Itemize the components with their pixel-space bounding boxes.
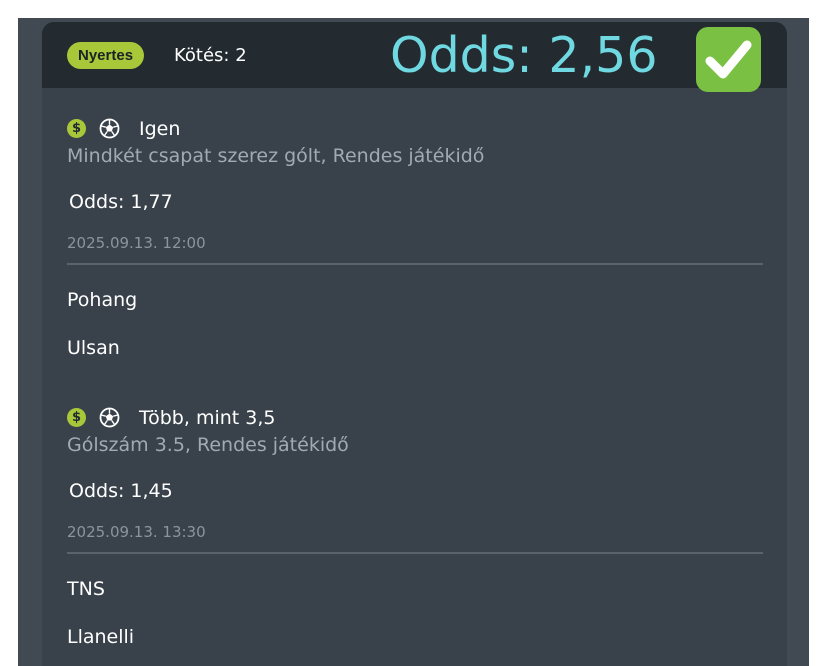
soccer-ball-icon xyxy=(99,118,120,139)
away-team: Ulsan xyxy=(67,337,120,359)
selection-pick: Igen xyxy=(139,118,181,140)
selection-odds: Odds: 1,77 xyxy=(69,191,173,213)
status-badge: Nyertes xyxy=(67,42,145,69)
selection-datetime: 2025.09.13. 13:30 xyxy=(67,523,206,541)
total-odds: Odds: 2,56 xyxy=(390,27,658,84)
home-team: Pohang xyxy=(67,289,138,311)
dollar-icon: $ xyxy=(67,119,86,138)
selection-market: Mindkét csapat szerez gólt, Rendes játék… xyxy=(67,145,485,167)
selection-1[interactable]: $ Igen Mindkét csapat szerez gólt, Rende… xyxy=(67,118,763,388)
bet-slip-card[interactable]: Nyertes Kötés: 2 Odds: 2,56 $ Igen Mindk… xyxy=(42,22,787,666)
divider xyxy=(67,552,763,554)
home-team: TNS xyxy=(67,578,105,600)
bet-slip-header: Nyertes Kötés: 2 Odds: 2,56 xyxy=(42,22,787,92)
soccer-ball-icon xyxy=(99,407,120,428)
check-mark-icon xyxy=(696,27,761,92)
selection-odds: Odds: 1,45 xyxy=(69,480,173,502)
dollar-icon: $ xyxy=(67,408,86,427)
bet-count: Kötés: 2 xyxy=(174,45,247,66)
selection-2[interactable]: $ Több, mint 3,5 Gólszám 3.5, Rendes ját… xyxy=(67,407,763,666)
selection-market: Gólszám 3.5, Rendes játékidő xyxy=(67,434,349,456)
away-team: Llanelli xyxy=(67,626,135,648)
selection-pick: Több, mint 3,5 xyxy=(139,407,276,429)
divider xyxy=(67,263,763,265)
selection-datetime: 2025.09.13. 12:00 xyxy=(67,234,206,252)
